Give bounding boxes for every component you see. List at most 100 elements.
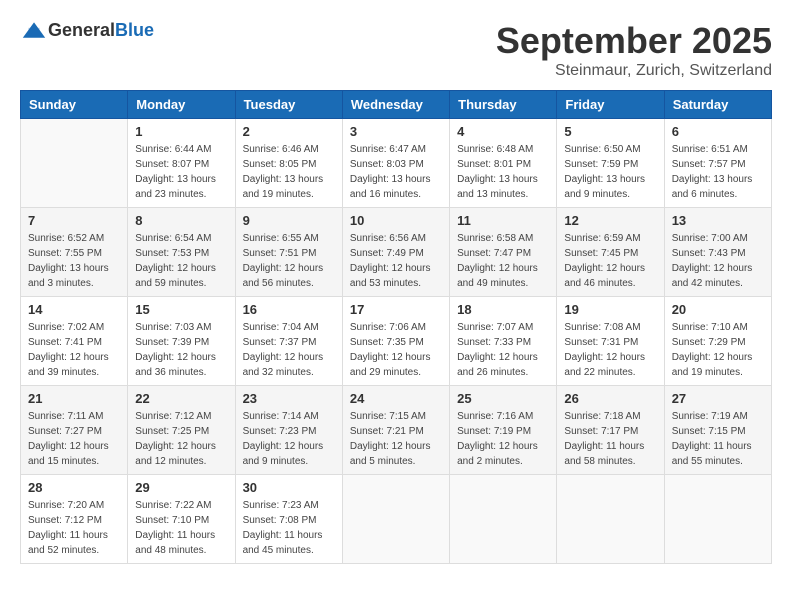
day-number: 29	[135, 480, 227, 495]
calendar-cell: 18Sunrise: 7:07 AM Sunset: 7:33 PM Dayli…	[450, 297, 557, 386]
weekday-header: Wednesday	[342, 91, 449, 119]
day-info: Sunrise: 7:04 AM Sunset: 7:37 PM Dayligh…	[243, 320, 335, 380]
location-title: Steinmaur, Zurich, Switzerland	[496, 62, 772, 80]
calendar-cell	[557, 475, 664, 564]
day-number: 11	[457, 213, 549, 228]
day-number: 5	[564, 124, 656, 139]
day-info: Sunrise: 7:20 AM Sunset: 7:12 PM Dayligh…	[28, 498, 120, 558]
day-number: 13	[672, 213, 764, 228]
day-info: Sunrise: 7:16 AM Sunset: 7:19 PM Dayligh…	[457, 409, 549, 469]
day-number: 19	[564, 302, 656, 317]
logo-general: General	[48, 20, 115, 40]
calendar-cell: 25 Sunrise: 7:16 AM Sunset: 7:19 PM Dayli…	[450, 386, 557, 475]
day-info: Sunrise: 6:46 AM Sunset: 8:05 PM Dayligh…	[243, 142, 335, 202]
day-info: Sunrise: 6:44 AM Sunset: 8:07 PM Dayligh…	[135, 142, 227, 202]
header: GeneralBlue September 2025 Steinmaur, Zu…	[20, 20, 772, 80]
calendar-cell	[664, 475, 771, 564]
day-number: 3	[350, 124, 442, 139]
day-info: Sunrise: 6:51 AM Sunset: 7:57 PM Dayligh…	[672, 142, 764, 202]
calendar-cell: 16 Sunrise: 7:04 AM Sunset: 7:37 PM Dayli…	[235, 297, 342, 386]
calendar-cell	[450, 475, 557, 564]
calendar-cell: 4 Sunrise: 6:48 AM Sunset: 8:01 PM Daylig…	[450, 119, 557, 208]
calendar-cell: 12 Sunrise: 6:59 AM Sunset: 7:45 PM Dayli…	[557, 208, 664, 297]
calendar-cell: 13 Sunrise: 7:00 AM Sunset: 7:43 PM Dayli…	[664, 208, 771, 297]
weekday-header: Sunday	[21, 91, 128, 119]
calendar-body: 1 Sunrise: 6:44 AM Sunset: 8:07 PM Daylig…	[21, 119, 772, 564]
calendar-week-row: 7Sunrise: 6:52 AM Sunset: 7:55 PM Daylig…	[21, 208, 772, 297]
day-number: 18	[457, 302, 549, 317]
day-info: Sunrise: 7:03 AM Sunset: 7:39 PM Dayligh…	[135, 320, 227, 380]
day-number: 7	[28, 213, 120, 228]
day-number: 21	[28, 391, 120, 406]
month-title: September 2025	[496, 20, 772, 62]
day-info: Sunrise: 7:18 AM Sunset: 7:17 PM Dayligh…	[564, 409, 656, 469]
calendar: SundayMondayTuesdayWednesdayThursdayFrid…	[20, 90, 772, 564]
day-number: 10	[350, 213, 442, 228]
weekday-header: Monday	[128, 91, 235, 119]
day-info: Sunrise: 6:48 AM Sunset: 8:01 PM Dayligh…	[457, 142, 549, 202]
day-info: Sunrise: 7:12 AM Sunset: 7:25 PM Dayligh…	[135, 409, 227, 469]
calendar-cell: 7Sunrise: 6:52 AM Sunset: 7:55 PM Daylig…	[21, 208, 128, 297]
day-number: 15	[135, 302, 227, 317]
weekday-header: Friday	[557, 91, 664, 119]
calendar-cell: 26 Sunrise: 7:18 AM Sunset: 7:17 PM Dayli…	[557, 386, 664, 475]
day-number: 25	[457, 391, 549, 406]
calendar-header: SundayMondayTuesdayWednesdayThursdayFrid…	[21, 91, 772, 119]
day-number: 12	[564, 213, 656, 228]
calendar-week-row: 28Sunrise: 7:20 AM Sunset: 7:12 PM Dayli…	[21, 475, 772, 564]
logo: GeneralBlue	[20, 20, 154, 41]
day-number: 16	[243, 302, 335, 317]
title-area: September 2025 Steinmaur, Zurich, Switze…	[496, 20, 772, 80]
day-info: Sunrise: 7:15 AM Sunset: 7:21 PM Dayligh…	[350, 409, 442, 469]
weekday-row: SundayMondayTuesdayWednesdayThursdayFrid…	[21, 91, 772, 119]
day-number: 20	[672, 302, 764, 317]
day-number: 9	[243, 213, 335, 228]
weekday-header: Thursday	[450, 91, 557, 119]
day-info: Sunrise: 7:22 AM Sunset: 7:10 PM Dayligh…	[135, 498, 227, 558]
calendar-week-row: 14Sunrise: 7:02 AM Sunset: 7:41 PM Dayli…	[21, 297, 772, 386]
calendar-week-row: 21 Sunrise: 7:11 AM Sunset: 7:27 PM Dayli…	[21, 386, 772, 475]
calendar-cell: 28Sunrise: 7:20 AM Sunset: 7:12 PM Dayli…	[21, 475, 128, 564]
day-info: Sunrise: 7:11 AM Sunset: 7:27 PM Dayligh…	[28, 409, 120, 469]
day-number: 24	[350, 391, 442, 406]
calendar-cell: 10 Sunrise: 6:56 AM Sunset: 7:49 PM Dayli…	[342, 208, 449, 297]
day-info: Sunrise: 6:59 AM Sunset: 7:45 PM Dayligh…	[564, 231, 656, 291]
calendar-cell: 21 Sunrise: 7:11 AM Sunset: 7:27 PM Dayli…	[21, 386, 128, 475]
day-number: 30	[243, 480, 335, 495]
calendar-cell: 2 Sunrise: 6:46 AM Sunset: 8:05 PM Daylig…	[235, 119, 342, 208]
day-number: 8	[135, 213, 227, 228]
calendar-cell: 6 Sunrise: 6:51 AM Sunset: 7:57 PM Daylig…	[664, 119, 771, 208]
day-info: Sunrise: 7:00 AM Sunset: 7:43 PM Dayligh…	[672, 231, 764, 291]
calendar-cell: 29 Sunrise: 7:22 AM Sunset: 7:10 PM Dayli…	[128, 475, 235, 564]
calendar-cell	[342, 475, 449, 564]
calendar-cell: 30Sunrise: 7:23 AM Sunset: 7:08 PM Dayli…	[235, 475, 342, 564]
calendar-cell: 1 Sunrise: 6:44 AM Sunset: 8:07 PM Daylig…	[128, 119, 235, 208]
day-info: Sunrise: 6:56 AM Sunset: 7:49 PM Dayligh…	[350, 231, 442, 291]
day-number: 23	[243, 391, 335, 406]
day-number: 4	[457, 124, 549, 139]
calendar-week-row: 1 Sunrise: 6:44 AM Sunset: 8:07 PM Daylig…	[21, 119, 772, 208]
day-info: Sunrise: 7:10 AM Sunset: 7:29 PM Dayligh…	[672, 320, 764, 380]
day-info: Sunrise: 7:02 AM Sunset: 7:41 PM Dayligh…	[28, 320, 120, 380]
calendar-cell: 27 Sunrise: 7:19 AM Sunset: 7:15 PM Dayli…	[664, 386, 771, 475]
calendar-cell: 23Sunrise: 7:14 AM Sunset: 7:23 PM Dayli…	[235, 386, 342, 475]
weekday-header: Tuesday	[235, 91, 342, 119]
day-info: Sunrise: 7:19 AM Sunset: 7:15 PM Dayligh…	[672, 409, 764, 469]
calendar-cell: 17Sunrise: 7:06 AM Sunset: 7:35 PM Dayli…	[342, 297, 449, 386]
day-number: 27	[672, 391, 764, 406]
day-number: 2	[243, 124, 335, 139]
day-number: 1	[135, 124, 227, 139]
day-info: Sunrise: 6:54 AM Sunset: 7:53 PM Dayligh…	[135, 231, 227, 291]
day-info: Sunrise: 7:08 AM Sunset: 7:31 PM Dayligh…	[564, 320, 656, 380]
logo-icon	[22, 21, 46, 41]
calendar-cell	[21, 119, 128, 208]
calendar-cell: 11 Sunrise: 6:58 AM Sunset: 7:47 PM Dayli…	[450, 208, 557, 297]
day-number: 22	[135, 391, 227, 406]
calendar-cell: 15 Sunrise: 7:03 AM Sunset: 7:39 PM Dayli…	[128, 297, 235, 386]
logo-text: GeneralBlue	[48, 20, 154, 41]
weekday-header: Saturday	[664, 91, 771, 119]
logo-blue: Blue	[115, 20, 154, 40]
day-info: Sunrise: 6:58 AM Sunset: 7:47 PM Dayligh…	[457, 231, 549, 291]
day-number: 6	[672, 124, 764, 139]
day-number: 26	[564, 391, 656, 406]
